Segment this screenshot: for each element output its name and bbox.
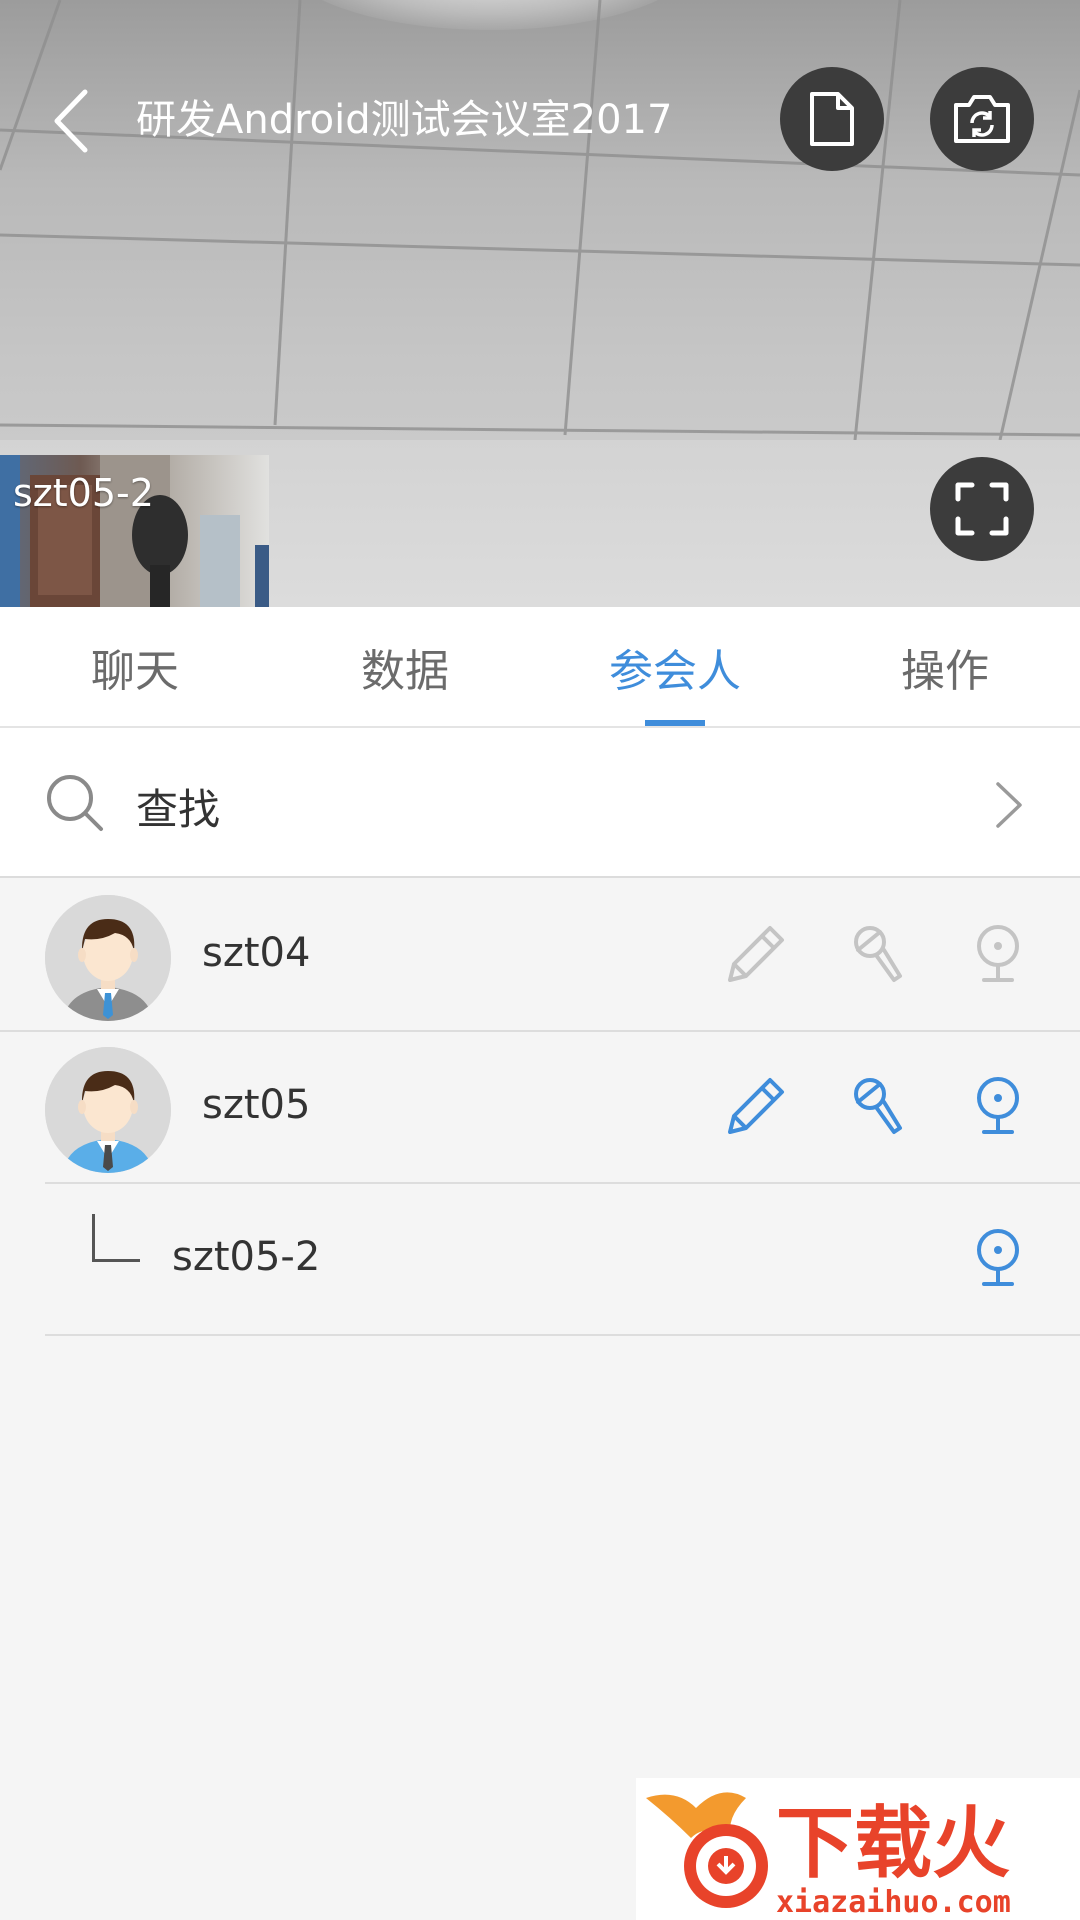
avatar-person-icon (45, 895, 171, 1021)
sub-device-row[interactable]: szt05-2 (0, 1184, 1080, 1336)
sub-device-name: szt05-2 (172, 1234, 321, 1280)
video-thumbnail[interactable]: szt05-2 (0, 455, 269, 607)
svg-text:xiazaihuo.com: xiazaihuo.com (776, 1885, 1011, 1920)
camera-icon (977, 1077, 1019, 1134)
video-view[interactable]: 研发Android测试会议室2017 szt05-2 (0, 0, 1080, 607)
search-row[interactable]: 查找 (0, 728, 1080, 878)
microphone-icon (854, 926, 902, 982)
camera-icon (977, 1229, 1019, 1286)
back-button[interactable] (40, 86, 110, 156)
participant-row[interactable]: szt04 (0, 880, 1080, 1032)
camera-icon (977, 925, 1019, 982)
switch-camera-icon (954, 95, 1010, 143)
search-icon (47, 775, 103, 831)
microphone-toggle[interactable] (838, 1066, 918, 1146)
document-button[interactable] (780, 67, 884, 171)
avatar (45, 895, 171, 1021)
row-divider (45, 1334, 1080, 1336)
svg-text:下载火: 下载火 (776, 1799, 1010, 1889)
tab-operations[interactable]: 操作 (810, 607, 1080, 726)
chevron-right-icon (996, 782, 1022, 828)
participant-row[interactable]: szt05 (0, 1032, 1080, 1184)
fullscreen-icon (955, 482, 1009, 536)
annotate-toggle[interactable] (716, 914, 796, 994)
tab-bar: 聊天 数据 参会人 操作 (0, 607, 1080, 728)
tab-participants[interactable]: 参会人 (540, 607, 810, 726)
search-label: 查找 (136, 785, 221, 834)
participant-name: szt04 (202, 930, 311, 976)
watermark-logo: 下载火 xiazaihuo.com (636, 1778, 1080, 1920)
tab-chat[interactable]: 聊天 (0, 607, 270, 726)
avatar-person-icon (45, 1047, 171, 1173)
microphone-icon (854, 1078, 902, 1134)
avatar (45, 1047, 171, 1173)
chevron-left-icon (54, 89, 88, 153)
active-tab-indicator (645, 720, 705, 726)
pencil-icon (728, 1078, 784, 1134)
participant-name: szt05 (202, 1082, 311, 1128)
camera-toggle[interactable] (958, 1066, 1038, 1146)
tab-data[interactable]: 数据 (270, 607, 540, 726)
annotate-toggle[interactable] (716, 1066, 796, 1146)
microphone-toggle[interactable] (838, 914, 918, 994)
camera-toggle[interactable] (958, 1218, 1038, 1298)
fullscreen-button[interactable] (930, 457, 1034, 561)
tree-connector (92, 1214, 140, 1262)
switch-camera-button[interactable] (930, 67, 1034, 171)
video-topbar: 研发Android测试会议室2017 (0, 60, 1080, 180)
document-icon (810, 92, 854, 146)
thumbnail-label: szt05-2 (13, 471, 154, 515)
camera-toggle[interactable] (958, 914, 1038, 994)
pencil-icon (728, 926, 784, 982)
meeting-room-title: 研发Android测试会议室2017 (136, 97, 673, 143)
